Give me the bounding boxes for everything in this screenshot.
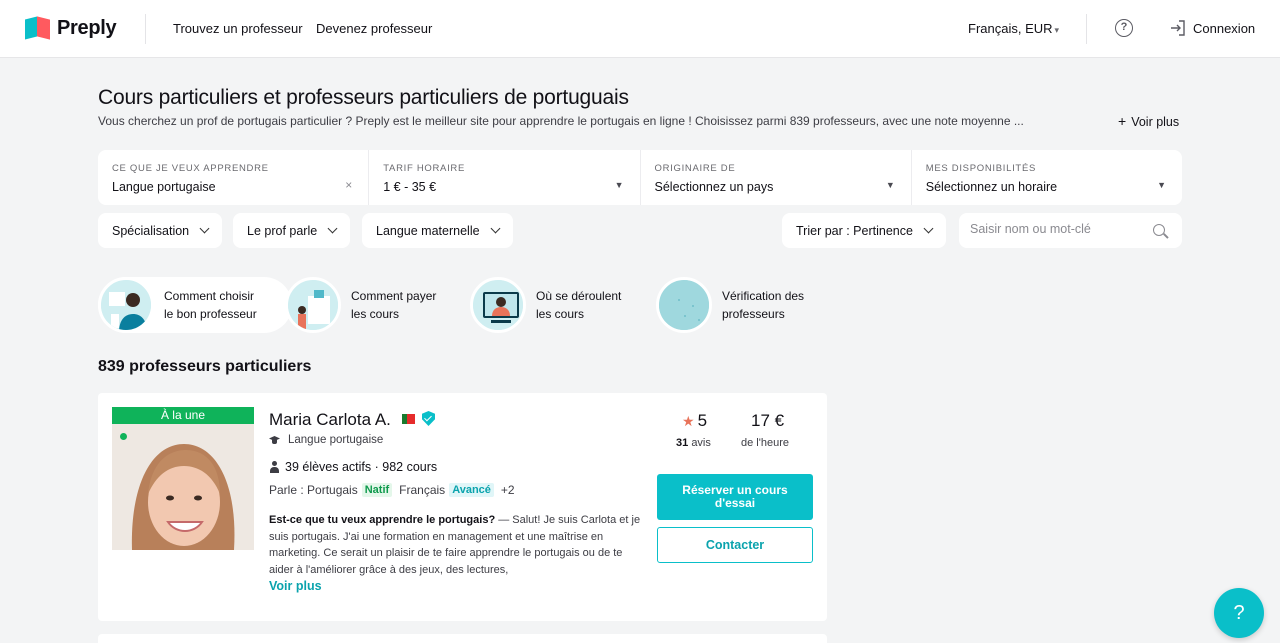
book-trial-button[interactable]: Réserver un cours d'essai xyxy=(657,474,813,520)
tutor-description: Est-ce que tu veux apprendre le portugai… xyxy=(269,512,641,578)
specialization-dropdown[interactable]: Spécialisation xyxy=(98,213,223,248)
help-chat-button[interactable]: ? xyxy=(1214,588,1264,638)
tutor-subject-label: Langue portugaise xyxy=(288,434,384,446)
header-divider xyxy=(145,14,146,44)
page-title: Cours particuliers et professeurs partic… xyxy=(98,86,629,109)
info-tile-label: Comment payer les cours xyxy=(351,289,437,321)
chevron-down-icon xyxy=(327,223,338,234)
subject-filter[interactable]: CE QUE JE VEUX APPRENDRE Langue portugai… xyxy=(98,150,370,205)
tutor-card: À la une Maria Carlota A. Langue portuga… xyxy=(98,393,827,621)
plus-icon: + xyxy=(1118,113,1127,129)
tutor-name[interactable]: Maria Carlota A. xyxy=(269,410,391,430)
tutor-price: 17 € xyxy=(751,411,785,430)
login-icon[interactable] xyxy=(1170,19,1186,37)
search-box xyxy=(959,213,1182,248)
chevron-down-icon xyxy=(923,223,934,234)
tutor-subject: Langue portugaise xyxy=(269,434,383,446)
brand-name: Preply xyxy=(57,16,117,39)
person-icon xyxy=(269,461,280,473)
filter-bar: CE QUE JE VEUX APPRENDRE Langue portugai… xyxy=(98,150,1182,205)
info-tile-label: Vérification des professeurs xyxy=(722,289,805,321)
origin-filter-label: ORIGINAIRE DE xyxy=(654,163,736,174)
subject-filter-value: Langue portugaise xyxy=(112,180,216,194)
top-header: Preply Trouvez un professeur Devenez pro… xyxy=(0,0,1280,58)
rating-value: 5 xyxy=(697,411,708,430)
search-input[interactable] xyxy=(970,222,1140,236)
native-language-label: Langue maternelle xyxy=(376,223,480,238)
sort-dropdown[interactable]: Trier par : Pertinence xyxy=(782,213,946,248)
reviews-count[interactable]: 31 avis xyxy=(676,437,711,449)
featured-badge: À la une xyxy=(112,407,254,424)
more-languages[interactable]: +2 xyxy=(501,483,515,497)
native-level-tag: Natif xyxy=(361,483,393,497)
header-divider xyxy=(1086,14,1087,44)
native-language-dropdown[interactable]: Langue maternelle xyxy=(362,213,513,248)
tutor-speaks-dropdown[interactable]: Le prof parle xyxy=(233,213,351,248)
chevron-down-icon xyxy=(199,223,210,234)
see-more-link[interactable]: + Voir plus xyxy=(1118,113,1179,129)
availability-filter[interactable]: MES DISPONIBILITÉS Sélectionnez un horai… xyxy=(912,150,1182,205)
language-currency-selector[interactable]: Français, EUR ▾ xyxy=(968,21,1059,36)
info-tile-choose-tutor[interactable]: Comment choisir le bon professeur xyxy=(98,277,292,333)
tutor-stats: 39 élèves actifs · 982 cours xyxy=(269,460,437,474)
info-tile-verification[interactable]: Vérification des professeurs xyxy=(656,277,822,333)
origin-filter-value: Sélectionnez un pays xyxy=(654,180,774,194)
results-count: 839 professeurs particuliers xyxy=(98,358,312,375)
next-tutor-card xyxy=(98,634,827,643)
reviews-number: 31 xyxy=(676,437,689,449)
search-icon[interactable] xyxy=(1153,224,1165,236)
payment-illustration xyxy=(285,277,341,333)
price-unit: de l'heure xyxy=(741,437,789,449)
page-subtitle: Vous cherchez un prof de portugais parti… xyxy=(98,114,1024,128)
origin-filter[interactable]: ORIGINAIRE DE Sélectionnez un pays ▼ xyxy=(641,150,912,205)
see-more-label: Voir plus xyxy=(1131,115,1180,129)
price-filter[interactable]: TARIF HORAIRE 1 € - 35 € ▼ xyxy=(369,150,641,205)
info-tile-payment[interactable]: Comment payer les cours xyxy=(285,277,451,333)
info-tile-label: Où se déroulent les cours xyxy=(536,289,622,321)
help-icon[interactable]: ? xyxy=(1115,19,1133,37)
info-tile-lesson-location[interactable]: Où se déroulent les cours xyxy=(470,277,636,333)
tutor-rating: ★ 5 xyxy=(682,411,707,431)
price-filter-label: TARIF HORAIRE xyxy=(383,163,466,174)
verification-illustration xyxy=(656,277,712,333)
info-tile-label: Comment choisir le bon professeur xyxy=(164,289,257,321)
clear-icon[interactable]: × xyxy=(345,178,352,192)
online-status-dot xyxy=(120,433,127,440)
tutor-speaks-label: Le prof parle xyxy=(247,223,318,238)
availability-filter-label: MES DISPONIBILITÉS xyxy=(925,163,1037,174)
chevron-down-icon xyxy=(490,223,500,234)
reviews-word: avis xyxy=(691,437,711,449)
subject-filter-label: CE QUE JE VEUX APPRENDRE xyxy=(112,163,269,174)
star-icon: ★ xyxy=(682,412,695,429)
tutor-description-headline: Est-ce que tu veux apprendre le portugai… xyxy=(269,514,496,526)
availability-filter-value: Sélectionnez un horaire xyxy=(925,180,1058,194)
login-link[interactable]: Connexion xyxy=(1193,21,1255,36)
tutor-photo[interactable] xyxy=(112,424,254,550)
caret-down-icon: ▼ xyxy=(614,180,624,190)
second-language: Français xyxy=(399,483,446,497)
price-filter-value: 1 € - 35 € xyxy=(383,180,437,194)
tutor-stats-label: 39 élèves actifs · 982 cours xyxy=(285,460,438,474)
verified-shield-icon xyxy=(422,411,435,426)
specialization-label: Spécialisation xyxy=(112,223,190,238)
preply-logo[interactable]: Preply xyxy=(25,16,117,40)
caret-down-icon: ▼ xyxy=(885,180,895,190)
preply-logo-icon xyxy=(25,16,51,40)
contact-button[interactable]: Contacter xyxy=(657,527,813,563)
language-currency-label: Français, EUR xyxy=(968,21,1053,36)
speaks-prefix: Parle : Portugais xyxy=(269,483,358,497)
nav-become-tutor[interactable]: Devenez professeur xyxy=(316,21,432,36)
nav-find-tutor[interactable]: Trouvez un professeur xyxy=(173,21,303,36)
portugal-flag-icon xyxy=(402,414,415,424)
chevron-down-icon: ▾ xyxy=(1054,25,1060,35)
teacher-illustration xyxy=(98,277,154,333)
graduation-cap-icon xyxy=(269,436,280,444)
video-call-illustration xyxy=(470,277,526,333)
tutor-languages: Parle : Portugais Natif Français Avancé … xyxy=(269,483,515,497)
read-more-link[interactable]: Voir plus xyxy=(269,579,322,593)
sort-label: Trier par : Pertinence xyxy=(796,223,913,238)
advanced-level-tag: Avancé xyxy=(449,483,494,497)
caret-down-icon: ▼ xyxy=(1157,180,1166,190)
